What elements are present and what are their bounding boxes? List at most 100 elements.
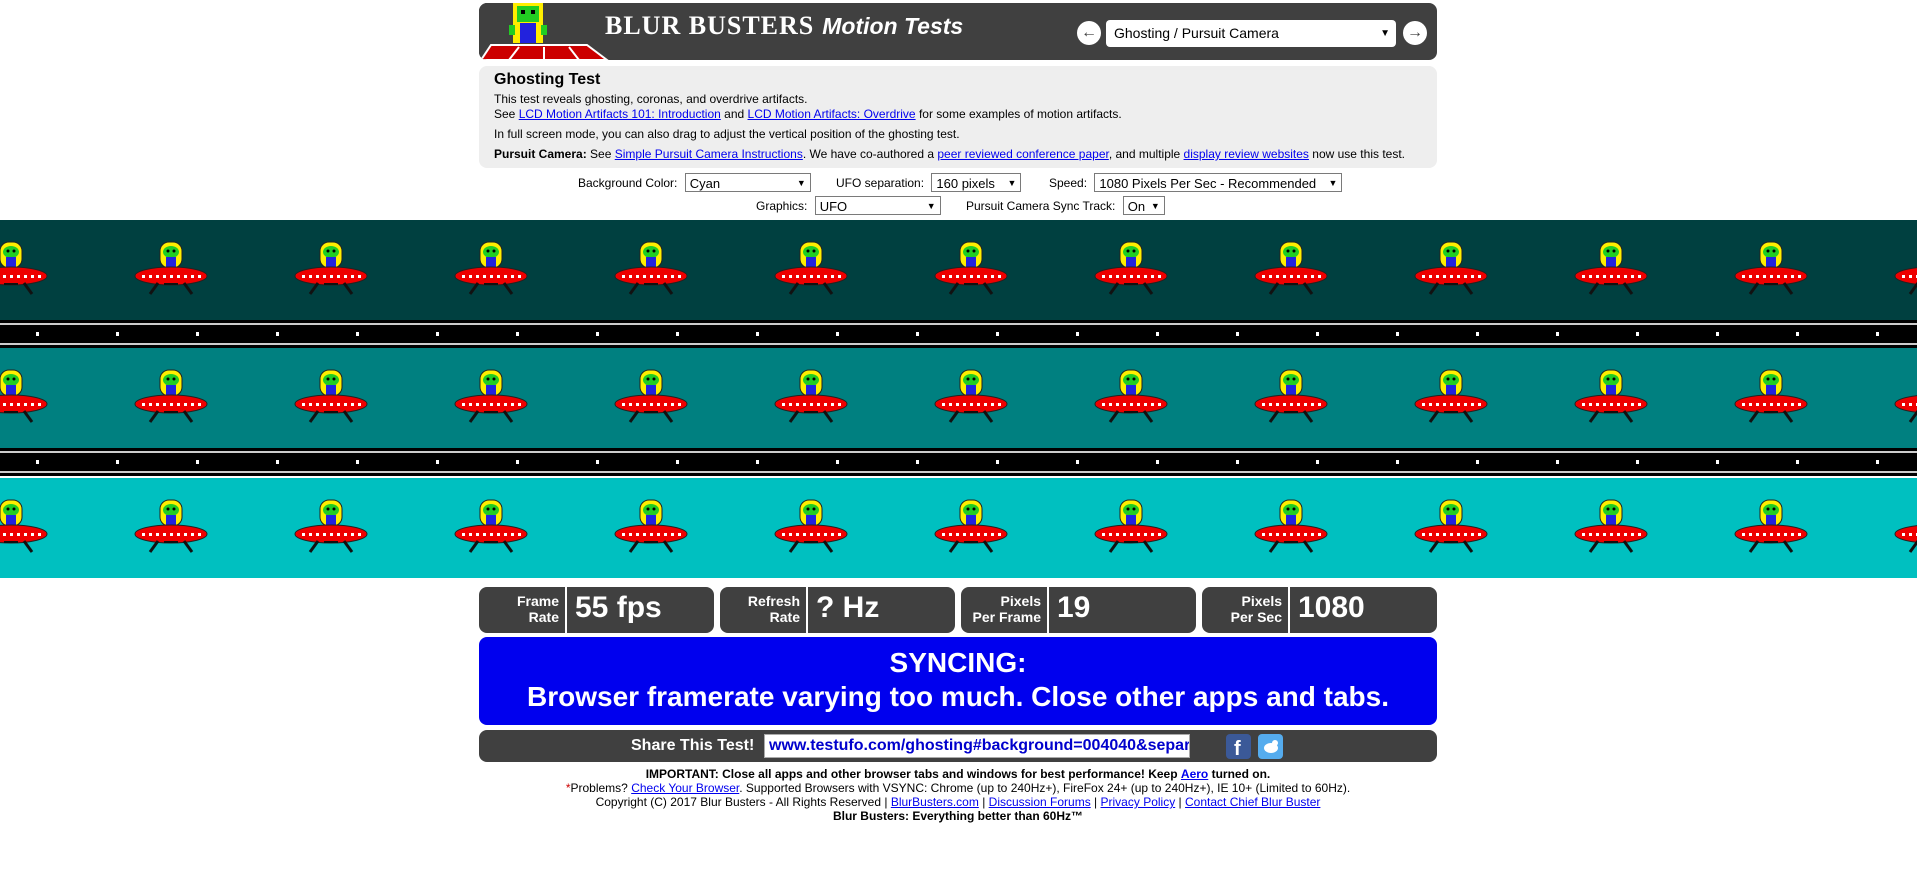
ufo-separation-select[interactable]: 160 pixels ▼	[931, 173, 1022, 192]
prev-test-button[interactable]: ←	[1077, 21, 1101, 45]
speed-value: 1080 Pixels Per Sec - Recommended	[1099, 176, 1317, 191]
link-aero[interactable]: Aero	[1181, 767, 1208, 781]
pixels-per-sec-label: Pixels Per Sec	[1230, 593, 1282, 625]
header-bar: BLUR BUSTERS Motion Tests ← Ghosting / Pu…	[479, 3, 1437, 60]
ufo-sprite	[0, 368, 48, 428]
footer-separator: |	[982, 795, 986, 809]
dropdown-arrow-icon: ▼	[1328, 178, 1338, 188]
refresh-rate-label: Refresh Rate	[747, 593, 800, 625]
ufo-sprite	[134, 368, 208, 428]
footer: IMPORTANT: Close all apps and other brow…	[479, 767, 1437, 823]
pursuit-text-3: now use this test.	[1312, 147, 1405, 161]
ufo-sprite	[934, 498, 1008, 558]
pixels-per-frame-value: 19	[1057, 591, 1091, 624]
info-and: and	[724, 107, 745, 121]
graphics-label: Graphics:	[756, 198, 808, 213]
ufo-sprite	[934, 240, 1008, 300]
ufo-sprite	[1414, 498, 1488, 558]
copyright-text: Copyright (C) 2017 Blur Busters - All Ri…	[595, 795, 888, 809]
facebook-icon[interactable]: f	[1226, 734, 1251, 760]
ufo-track-medium[interactable]	[0, 348, 1917, 448]
link-check-browser[interactable]: Check Your Browser	[631, 781, 739, 795]
link-pursuit-instructions[interactable]: Simple Pursuit Camera Instructions	[615, 147, 803, 161]
sync-track-separator	[0, 320, 1917, 348]
pixels-per-frame-label: Pixels Per Frame	[972, 593, 1041, 625]
speed-select[interactable]: 1080 Pixels Per Sec - Recommended ▼	[1094, 173, 1343, 192]
blur-busters-logo[interactable]	[479, 3, 610, 60]
important-tail: turned on.	[1211, 767, 1271, 781]
sync-status-message: Browser framerate varying too much. Clos…	[527, 681, 1389, 712]
ufo-sprite	[1574, 368, 1648, 428]
ufo-sprite	[774, 368, 848, 428]
background-color-select[interactable]: Cyan ▼	[684, 173, 811, 192]
sync-status-banner: SYNCING: Browser framerate varying too m…	[479, 637, 1437, 725]
ufo-sprite	[1254, 240, 1328, 300]
svg-text:f: f	[1234, 738, 1241, 759]
ufo-sprite	[1574, 498, 1648, 558]
twitter-icon[interactable]	[1258, 734, 1283, 759]
speed-label: Speed:	[1049, 175, 1088, 190]
info-panel: Ghosting Test This test reveals ghosting…	[479, 66, 1437, 168]
link-lcd-intro[interactable]: LCD Motion Artifacts 101: Introduction	[519, 107, 721, 121]
ufo-sprite	[0, 240, 48, 300]
sync-track-value: On	[1127, 199, 1146, 214]
page-title: Ghosting Test	[494, 71, 601, 88]
supported-text: . Supported Browsers with VSYNC: Chrome …	[739, 781, 1351, 795]
frame-rate-stat: Frame Rate 55 fps	[479, 587, 714, 633]
ufo-sprite	[294, 368, 368, 428]
dropdown-arrow-icon: ▼	[926, 201, 936, 211]
pixels-per-sec-value: 1080	[1298, 591, 1365, 624]
share-url-field[interactable]: www.testufo.com/ghosting#background=0040…	[764, 734, 1190, 758]
ufo-sprite	[614, 498, 688, 558]
ufo-sprite	[454, 498, 528, 558]
ufo-sprite	[1414, 240, 1488, 300]
link-review-websites[interactable]: display review websites	[1184, 147, 1309, 161]
link-forums[interactable]: Discussion Forums	[989, 795, 1091, 809]
ufo-sprite	[1094, 498, 1168, 558]
pursuit-text-1: . We have co-authored a	[802, 147, 935, 161]
test-select-value: Ghosting / Pursuit Camera	[1114, 25, 1279, 41]
ufo-sprite	[1734, 240, 1808, 300]
dropdown-arrow-icon: ▼	[1150, 201, 1160, 211]
ufo-sprite	[774, 498, 848, 558]
share-label: Share This Test!	[631, 737, 755, 754]
next-test-button[interactable]: →	[1403, 21, 1427, 45]
sync-track-select[interactable]: On ▼	[1122, 196, 1165, 215]
background-color-control: Background Color: Cyan ▼	[578, 173, 811, 192]
graphics-value: UFO	[819, 199, 848, 214]
graphics-select[interactable]: UFO ▼	[814, 196, 941, 215]
footer-important: IMPORTANT: Close all apps and other brow…	[479, 767, 1437, 781]
speed-control: Speed: 1080 Pixels Per Sec - Recommended…	[1049, 173, 1343, 192]
link-privacy[interactable]: Privacy Policy	[1101, 795, 1176, 809]
ufo-sprite	[1574, 240, 1648, 300]
ufo-sprite	[934, 368, 1008, 428]
ufo-sprite	[1094, 368, 1168, 428]
ufo-track-dark[interactable]	[0, 220, 1917, 320]
ufo-sprite	[614, 368, 688, 428]
refresh-rate-stat: Refresh Rate ? Hz	[720, 587, 955, 633]
ufo-sprite	[1734, 368, 1808, 428]
ufo-sprite	[1254, 368, 1328, 428]
link-conference-paper[interactable]: peer reviewed conference paper	[937, 147, 1108, 161]
info-line-2: See LCD Motion Artifacts 101: Introducti…	[494, 107, 1422, 122]
frame-rate-label: Frame Rate	[516, 593, 559, 625]
share-bar: Share This Test! www.testufo.com/ghostin…	[479, 730, 1437, 762]
ufo-sprite	[1254, 498, 1328, 558]
ufo-sprite	[1734, 498, 1808, 558]
test-select[interactable]: Ghosting / Pursuit Camera ▼	[1106, 20, 1396, 47]
sync-status-title: SYNCING:	[889, 647, 1027, 678]
brand-name: BLUR BUSTERS	[605, 11, 815, 40]
ufo-separation-label: UFO separation:	[836, 175, 925, 190]
ufo-track-light[interactable]	[0, 478, 1917, 578]
link-contact[interactable]: Contact Chief Blur Buster	[1185, 795, 1320, 809]
info-see: See	[494, 107, 516, 121]
frame-rate-value: 55 fps	[575, 591, 662, 624]
link-lcd-overdrive[interactable]: LCD Motion Artifacts: Overdrive	[748, 107, 916, 121]
important-text: IMPORTANT: Close all apps and other brow…	[645, 767, 1178, 781]
ufo-sprite	[294, 498, 368, 558]
sync-track-control: Pursuit Camera Sync Track: On ▼	[966, 196, 1165, 215]
background-color-label: Background Color:	[578, 175, 678, 190]
ufo-sprite	[454, 240, 528, 300]
link-blurbusters[interactable]: BlurBusters.com	[891, 795, 979, 809]
ufo-sprite	[0, 498, 48, 558]
